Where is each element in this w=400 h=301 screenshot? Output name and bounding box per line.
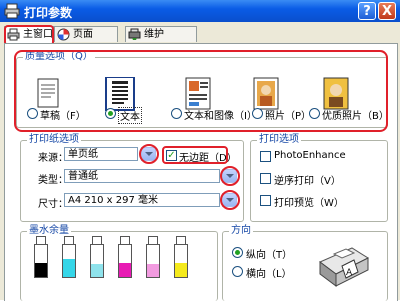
ink-cartridge-cap bbox=[64, 236, 74, 244]
source-dropdown-highlight bbox=[139, 144, 159, 164]
svg-text:A: A bbox=[346, 268, 353, 278]
type-dropdown-highlight bbox=[220, 166, 240, 186]
ink-cartridge bbox=[34, 244, 48, 278]
photoenhance-label: PhotoEnhance bbox=[274, 150, 346, 161]
title-bar[interactable]: 打印参数 ? X bbox=[0, 0, 400, 22]
ink-cartridge-cap bbox=[92, 236, 102, 244]
printer-orientation-icon: A bbox=[319, 247, 370, 287]
size-dropdown-highlight bbox=[220, 190, 240, 210]
paper-source-select[interactable]: 单页纸 bbox=[64, 147, 138, 161]
paper-type-select[interactable]: 普通纸 bbox=[64, 169, 220, 183]
landscape-label: 横向（L） bbox=[246, 269, 292, 280]
portrait-label: 纵向（T） bbox=[246, 250, 293, 261]
ink-cartridge bbox=[118, 244, 132, 278]
ink-cartridge-cap bbox=[36, 236, 46, 244]
page-setup-icon bbox=[57, 28, 70, 41]
ink-level-fill bbox=[63, 259, 75, 277]
ink-level-fill bbox=[147, 264, 159, 277]
help-button[interactable]: ? bbox=[358, 2, 376, 20]
ink-cartridge-cap bbox=[176, 236, 186, 244]
photoenhance-checkbox[interactable] bbox=[260, 151, 271, 162]
maintenance-icon bbox=[128, 28, 141, 40]
ink-level-fill bbox=[35, 262, 47, 277]
ink-cartridge-cap bbox=[148, 236, 158, 244]
ink-cartridge bbox=[62, 244, 76, 278]
paper-size-select[interactable]: A4 210 x 297 毫米 bbox=[64, 193, 220, 207]
reverse-order-checkbox[interactable] bbox=[260, 173, 271, 184]
ink-cartridge bbox=[174, 244, 188, 278]
print-preview-checkbox[interactable] bbox=[260, 195, 271, 206]
reverse-order-label: 逆序打印（V） bbox=[274, 176, 341, 187]
landscape-radio[interactable] bbox=[232, 266, 243, 277]
tab-maintenance-label: 维护 bbox=[144, 29, 164, 40]
ink-level-fill bbox=[91, 264, 103, 277]
paper-group-title: 打印纸选项 bbox=[27, 134, 81, 146]
print-preview-label: 打印预览（W） bbox=[274, 198, 344, 209]
tab-maintenance[interactable]: 维护 bbox=[125, 26, 197, 42]
tab-bar: 主窗口 页面 维护 bbox=[0, 26, 400, 44]
orientation-title: 方向 bbox=[229, 225, 253, 237]
close-button[interactable]: X bbox=[378, 2, 396, 20]
tab-page-label: 页面 bbox=[73, 29, 93, 40]
tab-page[interactable]: 页面 bbox=[54, 26, 118, 42]
ink-cartridge-cap bbox=[120, 236, 130, 244]
ink-cartridge bbox=[146, 244, 160, 278]
window-title: 打印参数 bbox=[24, 6, 73, 20]
ink-cartridge bbox=[90, 244, 104, 278]
ink-level-fill bbox=[119, 262, 131, 277]
quality-highlight bbox=[14, 50, 388, 132]
print-options-title: 打印选项 bbox=[257, 134, 301, 146]
portrait-radio[interactable] bbox=[232, 247, 243, 258]
printer-icon bbox=[4, 3, 20, 19]
borderless-highlight bbox=[162, 146, 228, 164]
ink-level-fill bbox=[175, 262, 187, 277]
print-settings-dialog: 打印参数 ? X 主窗口 页面 维护 质量选项（Q） 草稿（F） 文本 文本和图… bbox=[0, 0, 400, 301]
